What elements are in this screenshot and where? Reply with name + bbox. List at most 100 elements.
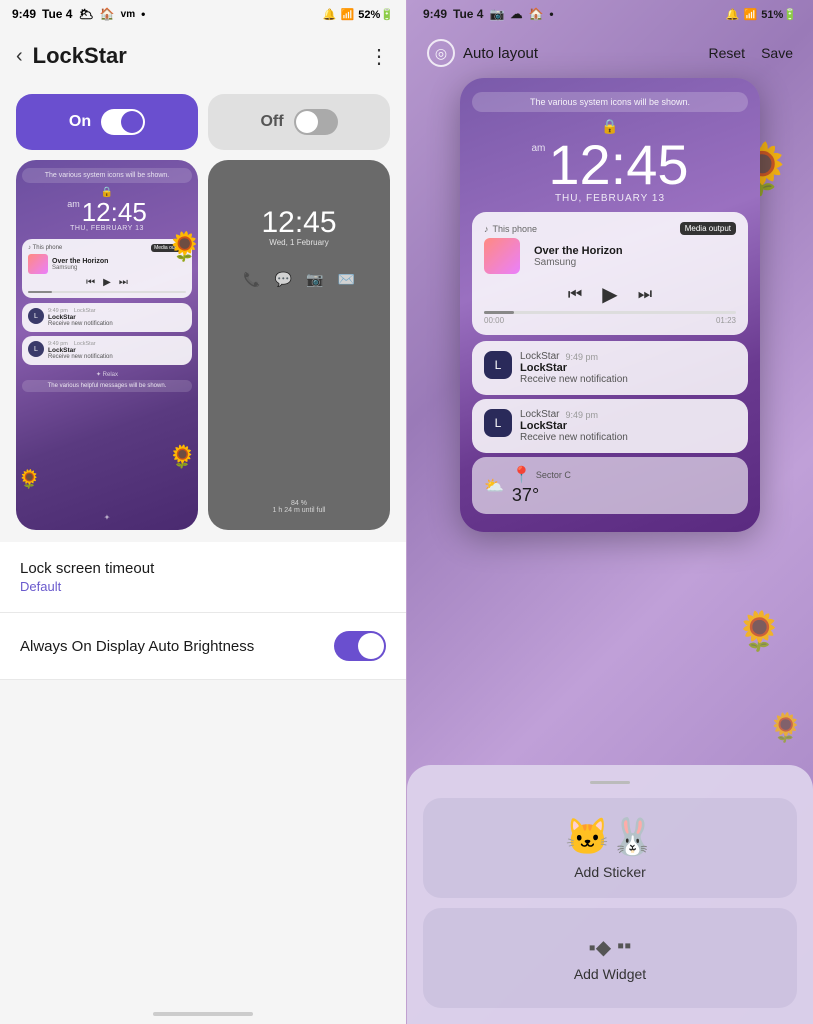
rp-notif2-app: LockStar	[520, 409, 559, 420]
preview-time-row: am 12:45	[22, 199, 192, 225]
rp-media-controls[interactable]: ⏮ ▶ ⏭	[484, 282, 736, 307]
menu-button[interactable]: ⋮	[369, 44, 390, 69]
on-preview-phone[interactable]: 🌻 🌻 🌻 The various system icons will be s…	[16, 160, 198, 530]
rp-prev-icon[interactable]: ⏮	[568, 286, 582, 304]
rp-media-phone: ♪ This phone	[484, 224, 537, 234]
preview-progress-bar	[28, 291, 186, 293]
right-header-actions: Reset Save	[709, 45, 794, 61]
off-mail-icon: ✉️	[337, 271, 354, 288]
left-time: 9:49	[12, 7, 36, 21]
left-day: Tue 4	[42, 7, 72, 21]
on-switch[interactable]	[101, 109, 145, 135]
reset-button[interactable]: Reset	[709, 45, 746, 61]
left-cloud-icon: 🌥	[78, 7, 93, 21]
rp-inner: The various system icons will be shown. …	[460, 78, 760, 532]
preview-notif1: L 9:49 pm LockStar LockStar Receive new …	[22, 303, 192, 332]
left-home-icon: 🏠	[100, 7, 115, 21]
right-phone-preview[interactable]: The various system icons will be shown. …	[460, 78, 760, 532]
right-day: Tue 4	[453, 7, 483, 21]
preview-notif2: L 9:49 pm LockStar LockStar Receive new …	[22, 336, 192, 365]
rp-time-start: 00:00	[484, 316, 504, 325]
rp-notif1-body: LockStar 9:49 pm LockStar Receive new no…	[520, 351, 628, 385]
right-status-right: 🔔 📶 51%🔋	[726, 8, 797, 21]
on-thumb	[121, 111, 143, 133]
left-battery: 52%🔋	[358, 8, 394, 21]
off-toggle-button[interactable]: Off	[208, 94, 390, 150]
aod-toggle-thumb	[358, 633, 384, 659]
off-preview-icons: 📞 💬 📷 ✉️	[243, 271, 355, 288]
right-home-icon: 🏠	[528, 7, 543, 21]
right-photo-icon: 📷	[489, 7, 504, 21]
preview-play-icon: ▶	[103, 277, 111, 288]
rp-time-end: 01:23	[716, 316, 736, 325]
preview-notif2-app: LockStar	[74, 341, 96, 347]
widget-icon: ▪◆ ▪▪	[589, 935, 632, 960]
bg-sunflower-2: 🌻	[736, 610, 783, 654]
add-sticker-button[interactable]: 🐱🐰 Add Sticker	[423, 798, 797, 898]
preview-media-controls: ⏮ ▶ ⏭	[28, 277, 186, 288]
aod-title: Always On Display Auto Brightness	[20, 638, 254, 655]
off-chat-icon: 💬	[275, 271, 292, 288]
rp-notif2-text: Receive new notification	[520, 432, 628, 443]
off-preview-time: 12:45	[261, 208, 336, 238]
off-battery-time: 1 h 24 m until full	[273, 507, 326, 514]
widget-label: Add Widget	[574, 966, 646, 982]
rp-next-icon[interactable]: ⏭	[638, 286, 652, 304]
rp-weather-card: ⛅ 📍 Sector C 37°	[472, 457, 748, 514]
rp-progress-bar	[484, 311, 736, 314]
rp-notif1-icon: L	[484, 351, 512, 379]
header-left: ‹ LockStar	[16, 43, 127, 69]
auto-layout-label: Auto layout	[463, 45, 538, 62]
on-preview-inner: The various system icons will be shown. …	[16, 160, 198, 530]
preview-sys-notice: The various system icons will be shown.	[22, 168, 192, 183]
rp-play-icon[interactable]: ▶	[602, 282, 617, 307]
right-bell-icon: 🔔	[726, 8, 740, 21]
back-button[interactable]: ‹	[16, 45, 23, 68]
rp-am: am	[531, 143, 545, 154]
rp-media-artist: Samsung	[534, 257, 728, 268]
left-status-bar: 9:49 Tue 4 🌥 🏠 vm • 🔔 📶 52%🔋	[0, 0, 406, 28]
off-switch[interactable]	[294, 109, 338, 135]
bottom-panel-divider	[590, 781, 630, 784]
left-status-right: 🔔 📶 52%🔋	[323, 8, 394, 21]
off-preview-phone[interactable]: 12:45 Wed, 1 February 📞 💬 📷 ✉️ 84 % 1 h …	[208, 160, 390, 530]
rp-time: 12:45	[548, 137, 688, 193]
left-wifi-icon: 📶	[341, 8, 355, 21]
off-thumb	[296, 111, 318, 133]
aod-item[interactable]: Always On Display Auto Brightness	[0, 613, 406, 680]
rp-media-body: Over the Horizon Samsung	[484, 238, 736, 274]
aod-text: Always On Display Auto Brightness	[20, 638, 254, 655]
auto-layout-left: ◎ Auto layout	[427, 39, 538, 67]
rp-notif1[interactable]: L LockStar 9:49 pm LockStar Receive new …	[472, 341, 748, 395]
right-dot: •	[549, 7, 553, 21]
preview-media-artist: Samsung	[52, 265, 108, 271]
add-widget-button[interactable]: ▪◆ ▪▪ Add Widget	[423, 908, 797, 1008]
aod-toggle[interactable]	[334, 631, 386, 661]
lock-timeout-item[interactable]: Lock screen timeout Default	[0, 542, 406, 613]
sunflower-right-top: 🌻	[167, 230, 198, 263]
save-button[interactable]: Save	[761, 45, 793, 61]
rp-media-card[interactable]: ♪ This phone Media output Over the Horiz…	[472, 212, 748, 335]
preview-am: am	[67, 199, 80, 209]
left-bell-icon: 🔔	[323, 8, 337, 21]
rp-notif2-body: LockStar 9:49 pm LockStar Receive new no…	[520, 409, 628, 443]
left-vm-icon: vm	[121, 9, 135, 20]
rp-progress-times: 00:00 01:23	[484, 316, 736, 325]
rp-notif2-icon: L	[484, 409, 512, 437]
preview-next-icon: ⏭	[119, 277, 128, 288]
preview-media-body: Over the Horizon Samsung	[28, 254, 186, 274]
left-dot-icon: •	[141, 7, 145, 21]
preview-helpful: The various helpful messages will be sho…	[22, 380, 192, 392]
rp-media-info: Over the Horizon Samsung	[526, 245, 736, 268]
on-toggle-button[interactable]: On	[16, 94, 198, 150]
off-label: Off	[260, 113, 283, 131]
preview-media-top: ♪ This phone Media output	[28, 244, 186, 252]
rp-notif2[interactable]: L LockStar 9:49 pm LockStar Receive new …	[472, 399, 748, 453]
rp-media-output: Media output	[680, 222, 736, 235]
right-panel: 🌻 🌻 🌻 9:49 Tue 4 📷 ☁ 🏠 • 🔔 📶 51%🔋 ◎ Auto…	[407, 0, 813, 1024]
preview-notif2-text: Receive new notification	[48, 354, 113, 360]
sunflower-left-bottom: 🌻	[18, 469, 40, 490]
rp-weather-temp: 37°	[512, 485, 539, 505]
preview-album-art	[28, 254, 48, 274]
rp-date: THU, FEBRUARY 13	[472, 193, 748, 204]
